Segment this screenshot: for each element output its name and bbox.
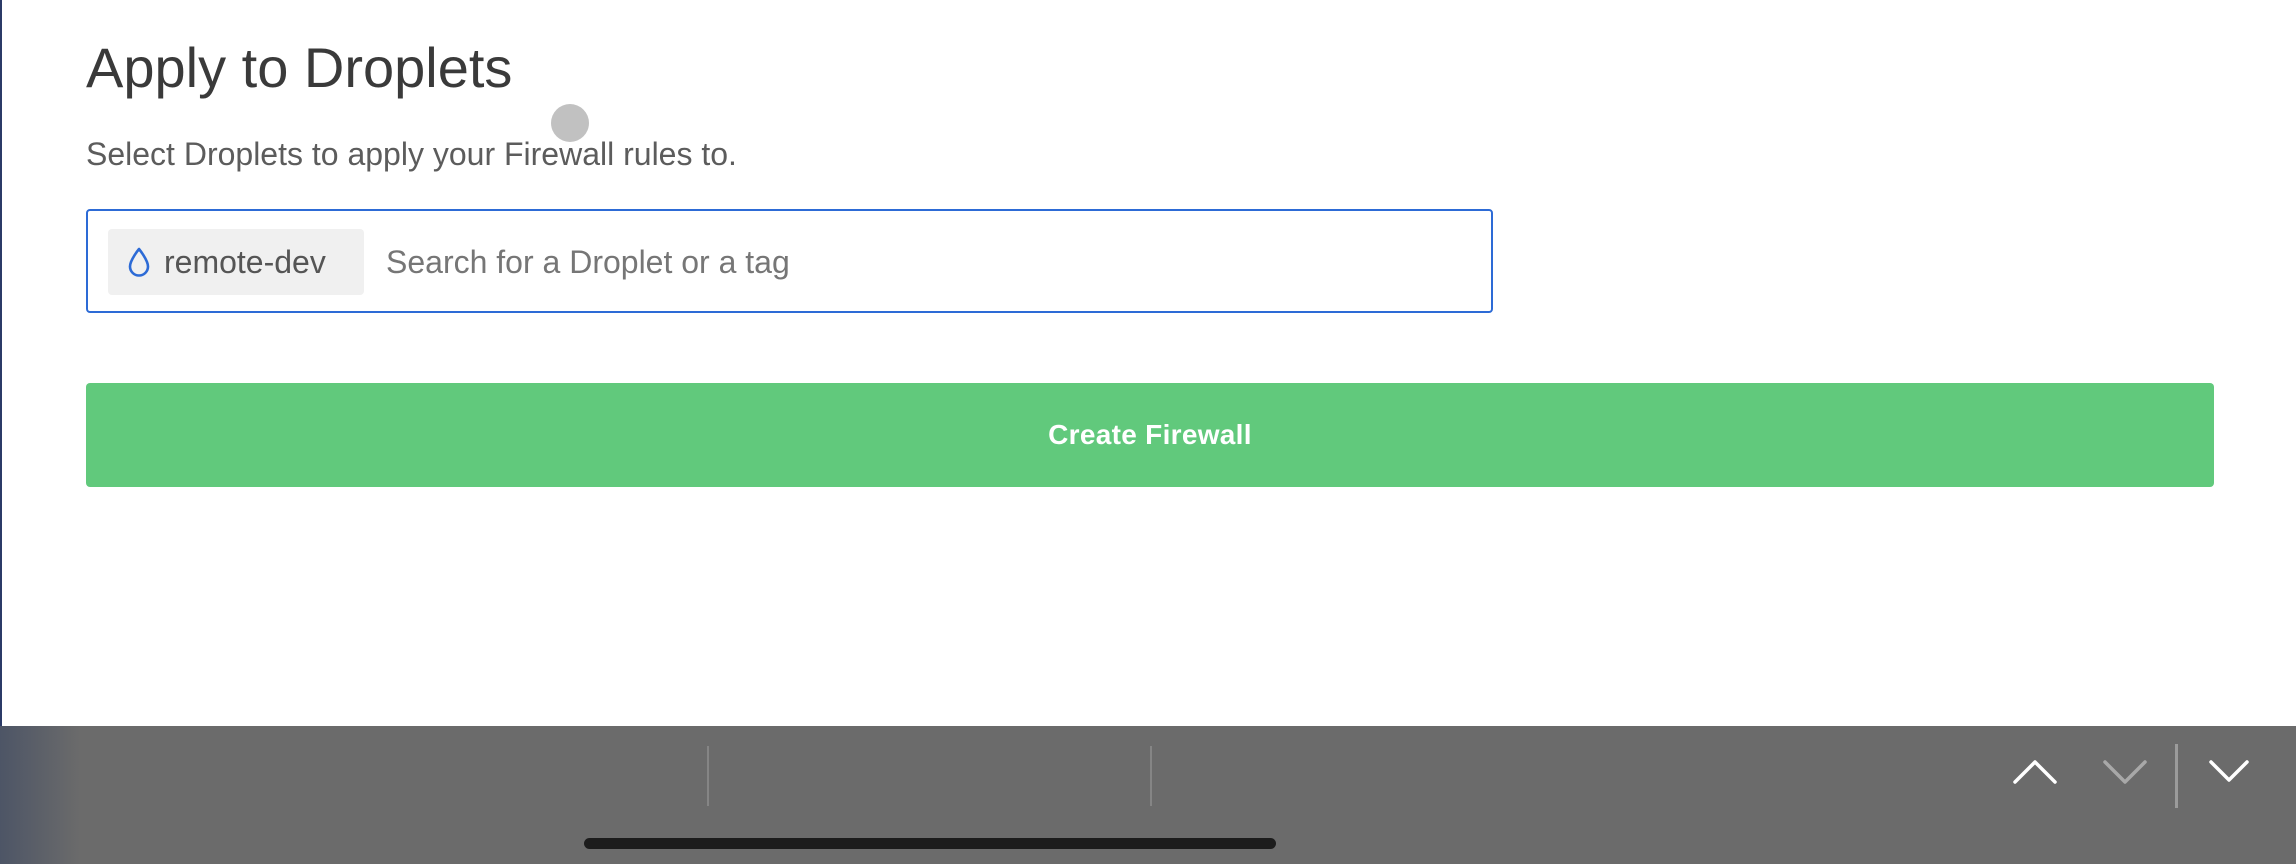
page-content: Apply to Droplets Select Droplets to app…: [0, 0, 2296, 726]
chevron-up-icon: [2013, 760, 2057, 784]
dismiss-keyboard-button[interactable]: [2205, 748, 2253, 796]
toolbar-edge-shade: [0, 726, 80, 864]
toolbar-divider: [707, 746, 709, 806]
keyboard-accessory-toolbar: [0, 726, 2296, 864]
chevron-down-icon: [2103, 760, 2147, 784]
section-title: Apply to Droplets: [86, 36, 513, 99]
chevron-down-icon: [2209, 760, 2249, 782]
previous-field-button[interactable]: [2011, 748, 2059, 796]
droplet-search-input[interactable]: [386, 229, 1466, 295]
droplet-icon: [128, 247, 150, 277]
next-field-button[interactable]: [2101, 748, 2149, 796]
selected-droplet-chip[interactable]: remote-dev: [108, 229, 364, 295]
section-subtitle: Select Droplets to apply your Firewall r…: [86, 136, 737, 172]
create-firewall-button[interactable]: Create Firewall: [86, 383, 2214, 487]
droplet-search-field[interactable]: remote-dev: [86, 209, 1493, 313]
toolbar-divider: [1150, 746, 1152, 806]
toolbar-divider: [2175, 744, 2178, 808]
touch-indicator: [551, 104, 589, 142]
home-indicator[interactable]: [584, 838, 1276, 849]
selected-droplet-label: remote-dev: [164, 243, 326, 280]
